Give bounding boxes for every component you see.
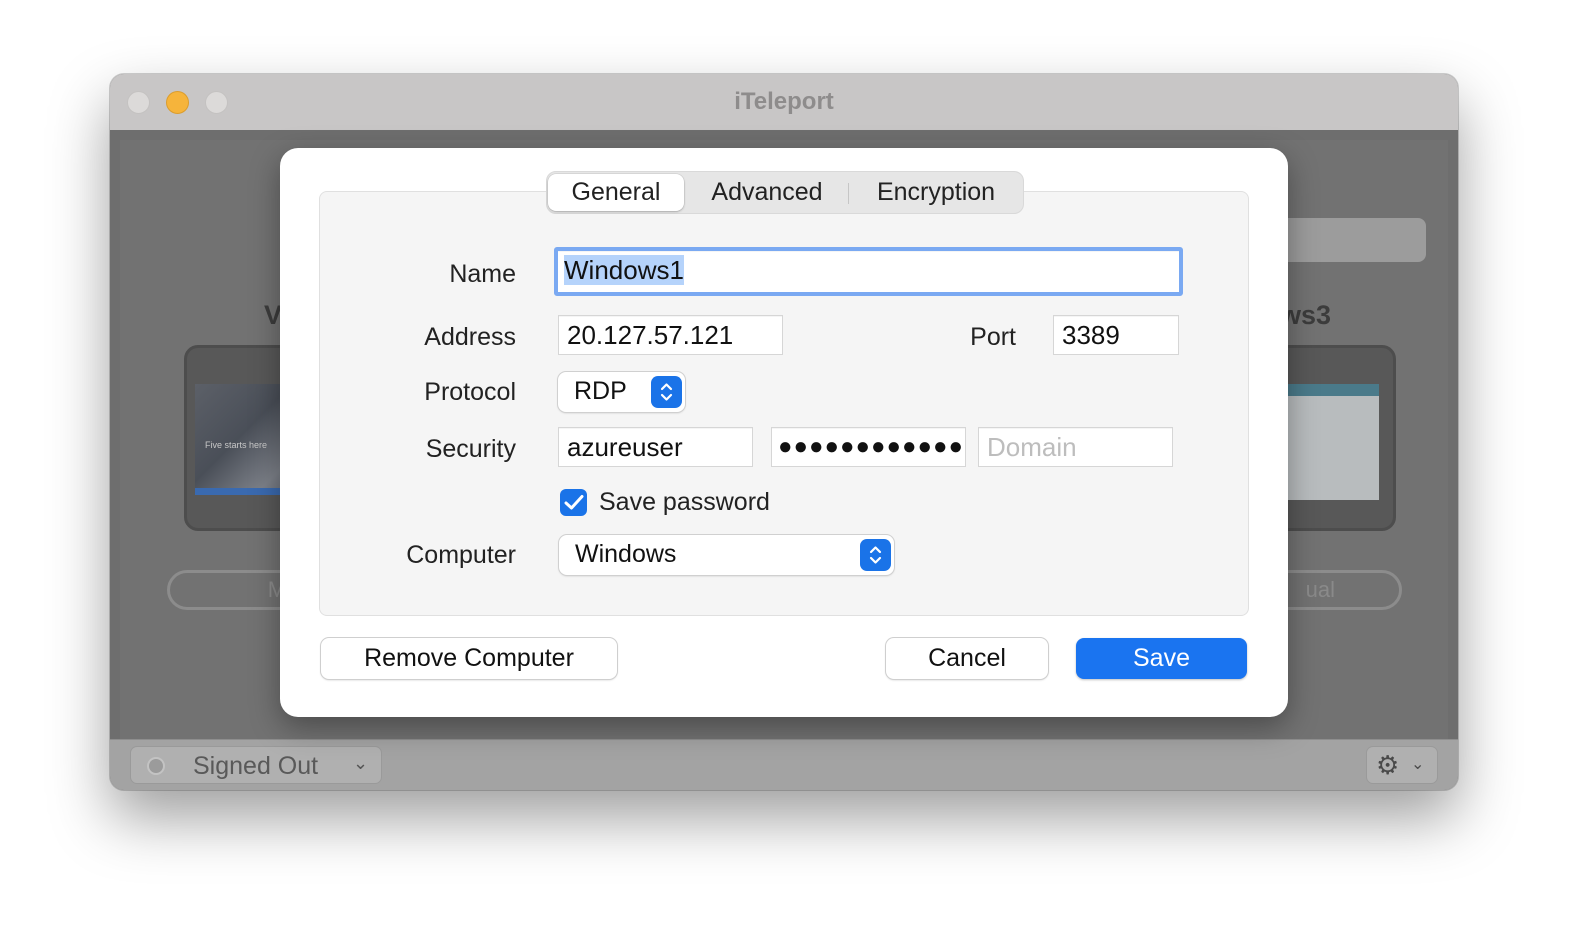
title-bar[interactable]: iTeleport bbox=[110, 74, 1458, 131]
tab-advanced[interactable]: Advanced bbox=[688, 174, 846, 211]
window-title: iTeleport bbox=[734, 88, 834, 115]
password-field[interactable]: ●●●●●●●●●●●●● bbox=[771, 427, 966, 467]
save-password-label[interactable]: Save password bbox=[599, 488, 770, 517]
address-label: Address bbox=[424, 323, 516, 351]
tab-bar: General Advanced Encryption bbox=[546, 171, 1024, 214]
name-field-value: Windows1 bbox=[564, 255, 684, 285]
updown-chevron-icon bbox=[860, 539, 891, 571]
name-field[interactable]: Windows1 bbox=[554, 247, 1183, 296]
account-status-label: Signed Out bbox=[193, 752, 319, 780]
account-status-popup[interactable]: Signed Out ⌄ bbox=[130, 746, 382, 784]
protocol-label: Protocol bbox=[424, 378, 516, 406]
gear-icon: ⚙ bbox=[1376, 750, 1400, 780]
thumbnail-caption: Five starts here bbox=[205, 440, 268, 450]
port-label: Port bbox=[970, 323, 1016, 351]
security-label: Security bbox=[425, 435, 516, 463]
save-password-checkbox[interactable] bbox=[560, 489, 587, 516]
address-field[interactable]: 20.127.57.121 bbox=[558, 315, 783, 355]
name-label: Name bbox=[449, 260, 516, 288]
chevron-down-icon: ⌄ bbox=[353, 753, 369, 773]
cancel-button[interactable]: Cancel bbox=[886, 638, 1048, 679]
domain-field[interactable]: Domain bbox=[978, 427, 1173, 467]
tab-general[interactable]: General bbox=[548, 174, 684, 211]
save-button[interactable]: Save bbox=[1076, 638, 1247, 679]
username-field[interactable]: azureuser bbox=[558, 427, 753, 467]
tab-divider bbox=[848, 183, 849, 204]
edit-computer-sheet: General Advanced Encryption Name Windows… bbox=[280, 148, 1288, 717]
computer-type-popup[interactable]: Windows bbox=[559, 535, 894, 575]
tab-encryption[interactable]: Encryption bbox=[852, 174, 1020, 211]
port-field[interactable]: 3389 bbox=[1053, 315, 1179, 355]
chevron-down-icon: ⌄ bbox=[1411, 756, 1425, 773]
computer-label: Computer bbox=[406, 541, 516, 569]
bottom-toolbar: Signed Out ⌄ ⚙ ⌄ bbox=[110, 739, 1458, 790]
remove-computer-button[interactable]: Remove Computer bbox=[321, 638, 617, 679]
status-indicator-icon bbox=[147, 757, 165, 775]
protocol-popup[interactable]: RDP bbox=[558, 372, 685, 412]
updown-chevron-icon bbox=[651, 376, 682, 408]
settings-menu-button[interactable]: ⚙ ⌄ bbox=[1366, 746, 1438, 784]
protocol-value: RDP bbox=[574, 377, 627, 405]
computer-type-value: Windows bbox=[575, 540, 677, 568]
